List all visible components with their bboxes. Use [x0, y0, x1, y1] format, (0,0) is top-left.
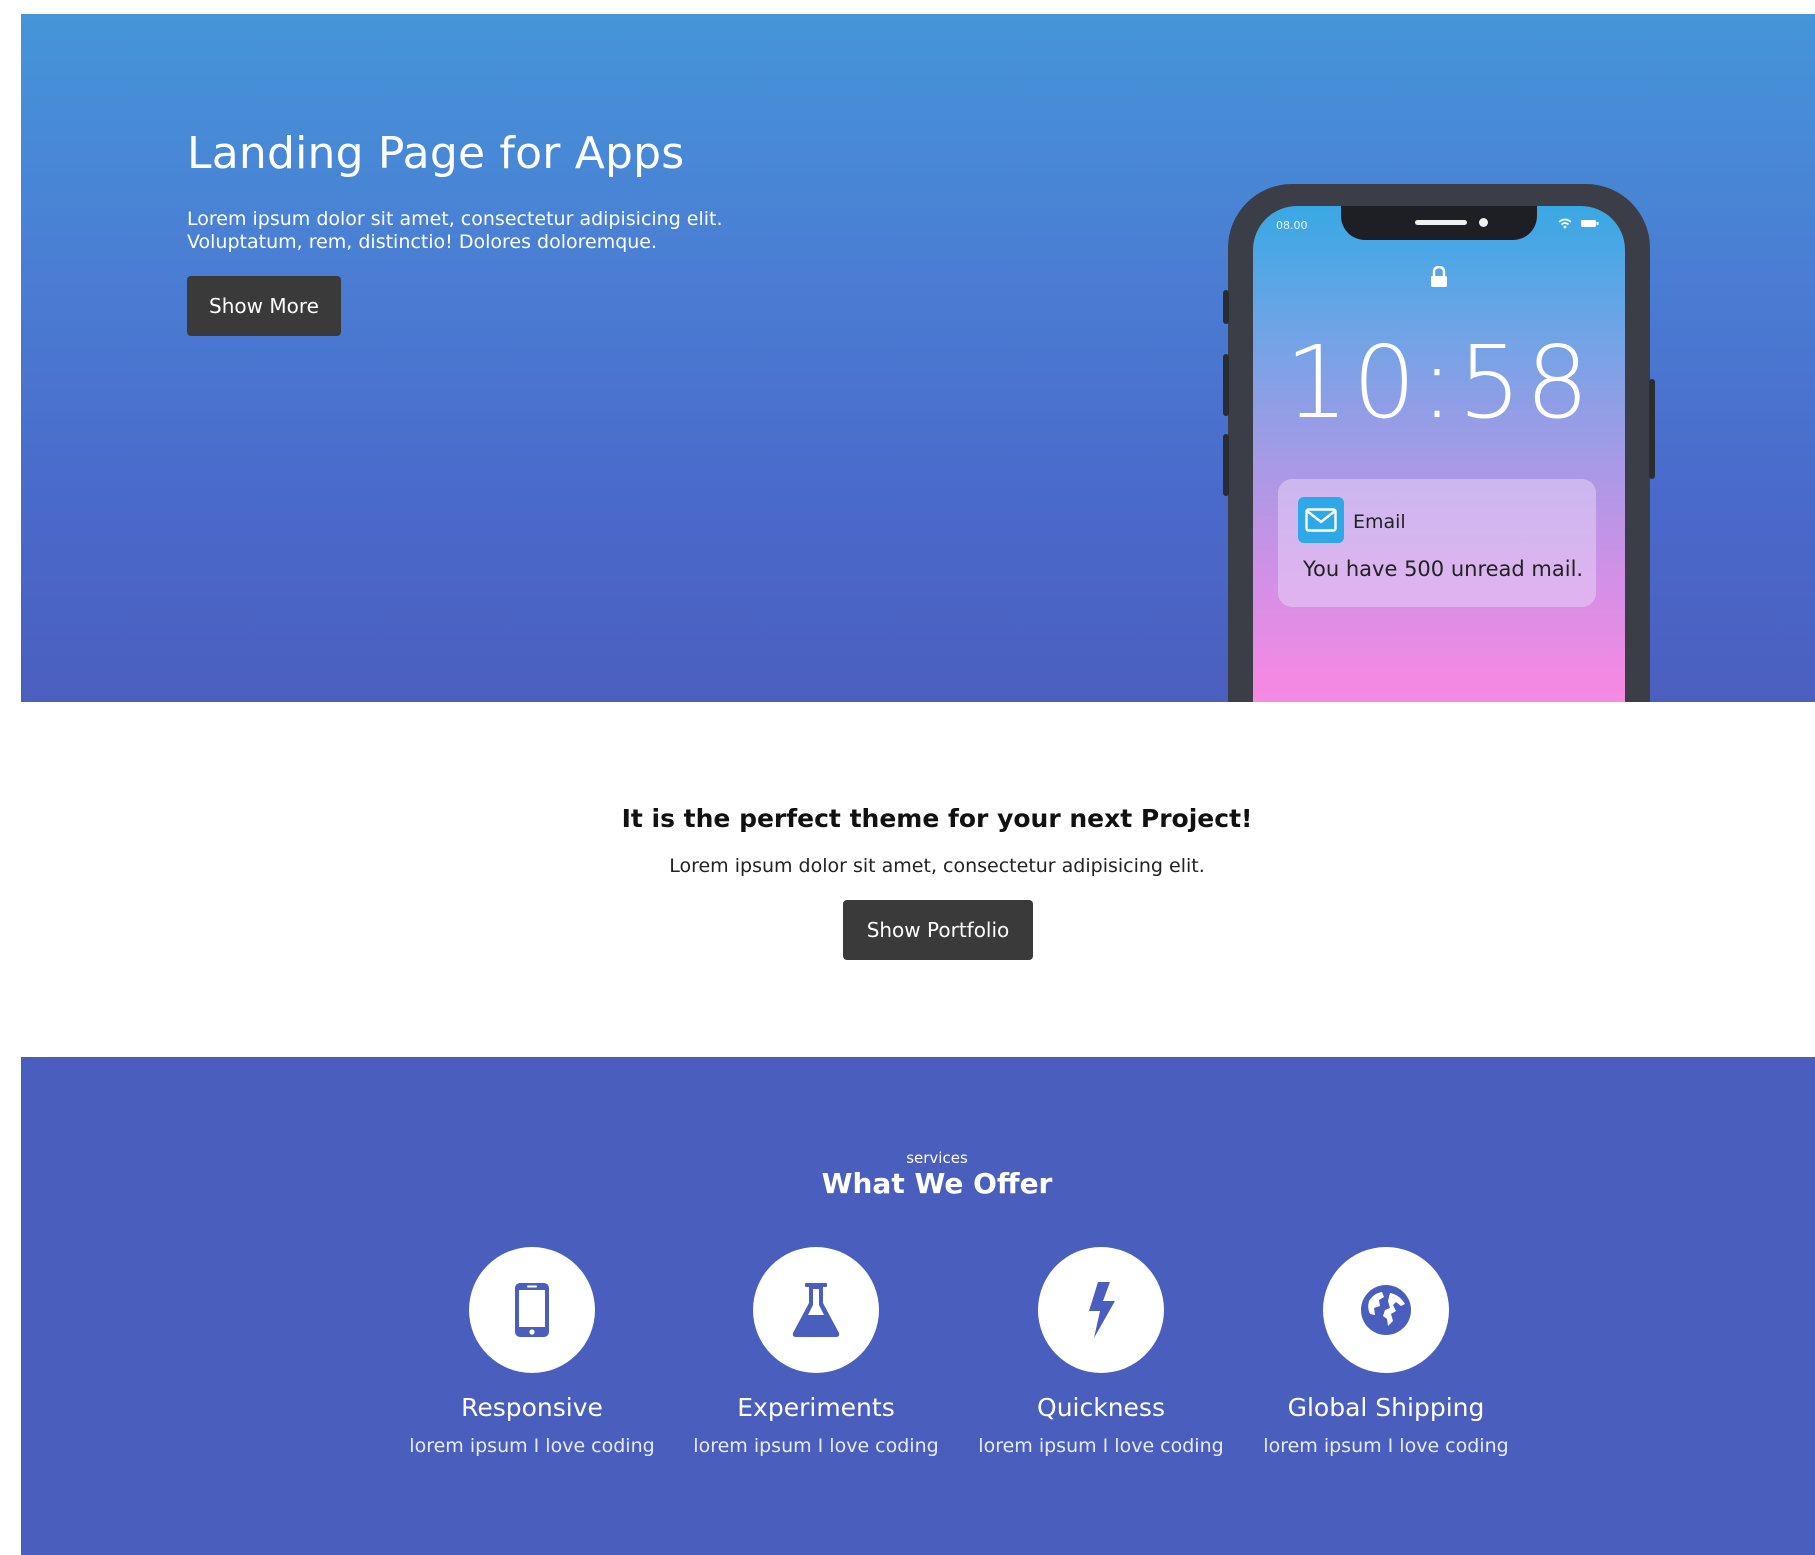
show-more-button[interactable]: Show More: [187, 276, 341, 336]
battery-icon: [1581, 219, 1599, 227]
hero-description: Lorem ipsum dolor sit amet, consectetur …: [187, 208, 747, 254]
hero-section: Landing Page for Apps Lorem ipsum dolor …: [21, 14, 1815, 702]
phone-volume-up-button: [1223, 354, 1229, 416]
mobile-phone-icon: [469, 1247, 595, 1373]
service-description: lorem ipsum I love coding: [693, 1435, 939, 1457]
services-kicker: services: [906, 1149, 968, 1167]
flask-icon: [753, 1247, 879, 1373]
mail-icon: [1298, 497, 1344, 543]
lightning-bolt-icon: [1038, 1247, 1164, 1373]
phone-power-button: [1649, 379, 1655, 479]
hero-title: Landing Page for Apps: [187, 128, 685, 179]
phone-mockup: 08.00 10:58 Email You have 500 unread ma…: [1223, 184, 1655, 702]
front-camera: [1479, 218, 1488, 227]
speaker-grille: [1415, 220, 1467, 225]
phone-notch: [1341, 206, 1537, 240]
cta-description: Lorem ipsum dolor sit amet, consectetur …: [669, 855, 1205, 877]
phone-side-button: [1223, 290, 1229, 324]
wifi-icon: [1557, 218, 1572, 228]
services-section: services What We Offer Responsive lorem …: [21, 1057, 1815, 1555]
lock-icon: [1431, 266, 1447, 287]
service-responsive: Responsive lorem ipsum I love coding: [402, 1247, 662, 1457]
service-description: lorem ipsum I love coding: [978, 1435, 1224, 1457]
service-name: Quickness: [1037, 1393, 1165, 1422]
email-notification[interactable]: Email You have 500 unread mail.: [1278, 479, 1596, 607]
cta-title: It is the perfect theme for your next Pr…: [621, 804, 1253, 833]
service-global-shipping: Global Shipping lorem ipsum I love codin…: [1256, 1247, 1516, 1457]
service-quickness: Quickness lorem ipsum I love coding: [971, 1247, 1231, 1457]
service-description: lorem ipsum I love coding: [409, 1435, 655, 1457]
service-description: lorem ipsum I love coding: [1263, 1435, 1509, 1457]
hero-description-line-1: Lorem ipsum dolor sit amet, consectetur …: [187, 208, 723, 230]
service-name: Responsive: [461, 1393, 603, 1422]
phone-screen: 08.00 10:58 Email You have 500 unread ma…: [1253, 206, 1625, 702]
services-title: What We Offer: [821, 1167, 1053, 1200]
landing-page: Landing Page for Apps Lorem ipsum dolor …: [21, 14, 1815, 1555]
service-name: Experiments: [737, 1393, 895, 1422]
notification-message: You have 500 unread mail.: [1303, 557, 1584, 581]
hero-description-line-2: Voluptatum, rem, distinctio! Dolores dol…: [187, 231, 658, 253]
notification-app-name: Email: [1353, 511, 1406, 533]
status-bar-icons: [1557, 216, 1600, 229]
show-portfolio-button[interactable]: Show Portfolio: [843, 900, 1033, 960]
phone-volume-down-button: [1223, 434, 1229, 496]
status-bar-time: 08.00: [1276, 219, 1308, 232]
cta-section: It is the perfect theme for your next Pr…: [21, 702, 1815, 1057]
service-name: Global Shipping: [1287, 1393, 1485, 1422]
service-experiments: Experiments lorem ipsum I love coding: [686, 1247, 946, 1457]
globe-icon: [1323, 1247, 1449, 1373]
lock-screen-clock: 10:58: [1284, 324, 1594, 441]
